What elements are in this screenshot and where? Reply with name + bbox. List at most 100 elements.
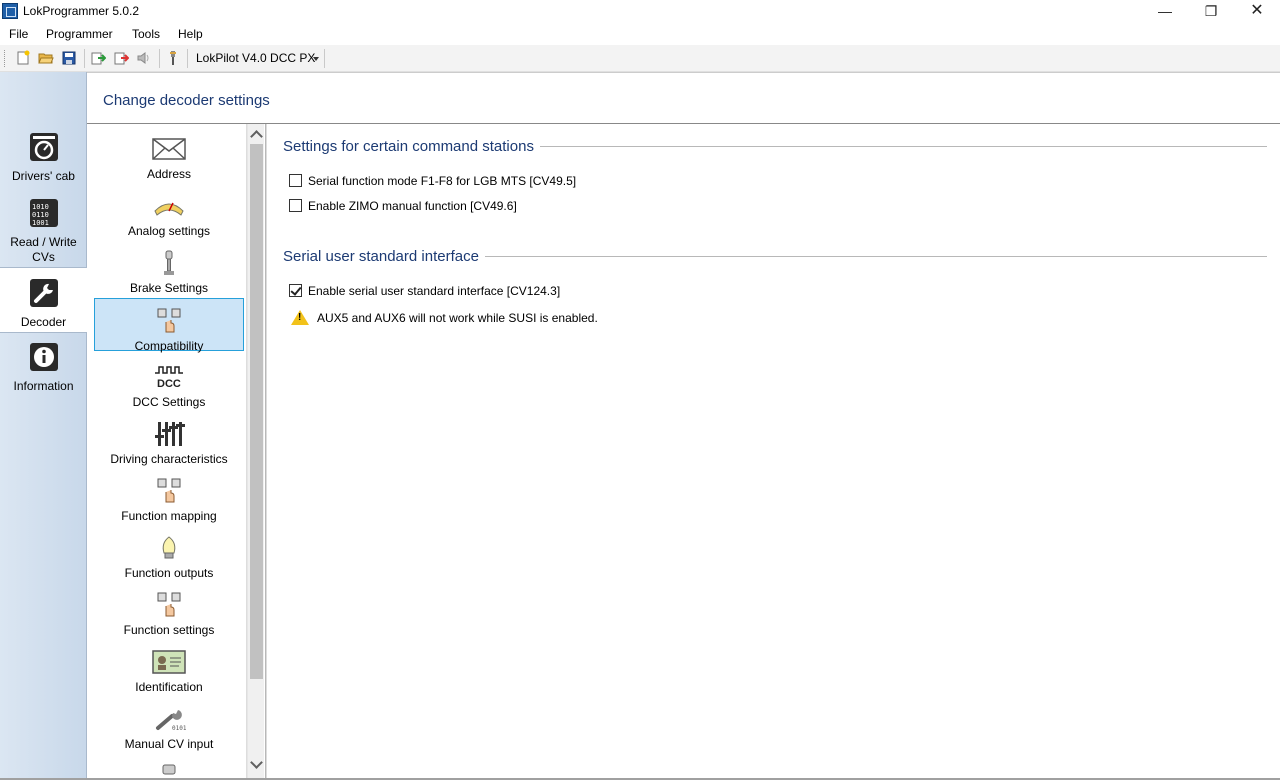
toolbar: LokPilot V4.0 DCC PX: [0, 45, 1280, 72]
category-function-settings[interactable]: Function settings: [94, 583, 244, 637]
light-bulb-icon: [162, 536, 176, 559]
hand-buttons-icon: [157, 592, 181, 617]
category-identification[interactable]: Identification: [94, 640, 244, 694]
option-serial-function-mode[interactable]: Serial function mode F1-F8 for LGB MTS […: [289, 174, 576, 188]
nav-label: Decoder: [20, 315, 67, 329]
dcc-icon: DCC: [155, 366, 183, 390]
menu-tools[interactable]: Tools: [132, 27, 160, 41]
scrollbar-thumb[interactable]: [250, 144, 263, 679]
section-title-command-stations: Settings for certain command stations: [283, 138, 540, 155]
decoder-type-dropdown[interactable]: LokPilot V4.0 DCC PX: [196, 51, 315, 65]
toolbar-separator: [159, 49, 160, 68]
category-label: Function settings: [123, 623, 215, 637]
option-zimo-manual-function[interactable]: Enable ZIMO manual function [CV49.6]: [289, 199, 517, 213]
toolbar-separator: [324, 49, 325, 68]
scroll-down-icon[interactable]: [250, 756, 263, 769]
read-write-cvs-icon: 1010 0110 1001: [29, 199, 58, 227]
category-dcc-settings[interactable]: DCC DCC Settings: [94, 355, 244, 409]
left-navigation: Drivers' cab 1010 0110 1001 Read / Write…: [0, 72, 87, 778]
app-logo-icon: [2, 3, 18, 19]
menu-file[interactable]: File: [9, 27, 28, 41]
envelope-icon: [152, 138, 186, 160]
section-title-susi: Serial user standard interface: [283, 248, 485, 265]
svg-text:1001: 1001: [32, 219, 49, 227]
import-icon[interactable]: [90, 50, 106, 66]
close-button[interactable]: ✕: [1234, 0, 1280, 23]
nav-decoder[interactable]: Decoder: [0, 267, 87, 333]
settings-panel: Settings for certain command stations Se…: [267, 124, 1280, 778]
category-function-outputs[interactable]: Function outputs: [94, 526, 244, 580]
svg-text:DCC: DCC: [157, 378, 181, 390]
category-label: Driving characteristics: [110, 452, 228, 466]
category-analog-settings[interactable]: Analog settings: [94, 184, 244, 238]
maximize-button[interactable]: ❐: [1188, 0, 1234, 23]
info-icon: [29, 343, 58, 371]
speaker-icon[interactable]: [136, 50, 152, 66]
category-label: DCC Settings: [132, 395, 206, 409]
warning-text: AUX5 and AUX6 will not work while SUSI i…: [317, 311, 598, 325]
susi-warning: AUX5 and AUX6 will not work while SUSI i…: [291, 310, 598, 325]
category-label: Address: [146, 167, 192, 181]
menu-bar: File Programmer Tools Help: [0, 23, 1280, 45]
window-title: LokProgrammer 5.0.2: [23, 4, 140, 18]
category-more[interactable]: [94, 754, 244, 778]
checkbox-checked[interactable]: [289, 284, 302, 297]
nav-label: Drivers' cab: [12, 169, 75, 183]
sound-icon: [162, 764, 176, 775]
option-label: Enable serial user standard interface [C…: [308, 284, 561, 298]
category-label: Brake Settings: [129, 281, 209, 295]
warning-icon: [291, 310, 309, 325]
wrench-icon: [29, 279, 58, 307]
scroll-up-icon[interactable]: [250, 130, 263, 143]
svg-text:0101: 0101: [172, 725, 186, 732]
category-label: Identification: [135, 680, 203, 694]
svg-text:1010: 1010: [32, 203, 49, 211]
option-enable-susi[interactable]: Enable serial user standard interface [C…: [289, 284, 560, 298]
option-label: Serial function mode F1-F8 for LGB MTS […: [308, 174, 577, 188]
category-compatibility[interactable]: Compatibility: [94, 298, 244, 353]
page-header: Change decoder settings: [87, 72, 1280, 124]
menu-programmer[interactable]: Programmer: [46, 27, 113, 41]
page-title: Change decoder settings: [103, 92, 270, 109]
nav-read-write-cvs[interactable]: 1010 0110 1001 Read / Write CVs: [0, 198, 87, 265]
category-manual-cv-input[interactable]: 0101 Manual CV input: [94, 697, 244, 751]
programmer-key-icon[interactable]: [165, 50, 181, 66]
title-bar: LokProgrammer 5.0.2 — ❐ ✕: [0, 0, 1280, 23]
chevron-down-icon[interactable]: [313, 57, 319, 61]
analog-gauge-icon: [154, 202, 184, 216]
category-scrollbar[interactable]: [247, 124, 264, 778]
checkbox[interactable]: [289, 174, 302, 187]
toolbar-grip[interactable]: [4, 50, 7, 67]
hand-buttons-icon: [157, 478, 181, 503]
brake-icon: [164, 250, 174, 275]
toolbar-separator: [187, 49, 188, 68]
drivers-cab-icon: [29, 133, 58, 161]
checkbox[interactable]: [289, 199, 302, 212]
sliders-icon: [155, 422, 185, 446]
nav-label: Information: [13, 379, 74, 393]
nav-information[interactable]: Information: [0, 342, 87, 393]
option-label: Enable ZIMO manual function [CV49.6]: [308, 199, 517, 213]
menu-help[interactable]: Help: [178, 27, 203, 41]
category-label: Function outputs: [124, 566, 214, 580]
export-icon[interactable]: [113, 50, 129, 66]
wrench-icon: 0101: [156, 710, 187, 732]
open-folder-icon[interactable]: [38, 50, 54, 66]
category-brake-settings[interactable]: Brake Settings: [94, 241, 244, 295]
hand-buttons-icon: [157, 308, 181, 333]
svg-text:0110: 0110: [32, 211, 49, 219]
id-card-icon: [152, 650, 186, 674]
nav-drivers-cab[interactable]: Drivers' cab: [0, 132, 87, 183]
category-driving-characteristics[interactable]: Driving characteristics: [94, 412, 244, 466]
category-function-mapping[interactable]: Function mapping: [94, 469, 244, 523]
category-list: Address Analog settings Brake Settings C…: [87, 124, 247, 778]
minimize-button[interactable]: —: [1142, 0, 1188, 23]
category-label: Compatibility: [134, 339, 204, 353]
save-icon[interactable]: [61, 50, 77, 66]
nav-label: Read / Write CVs: [10, 235, 77, 264]
category-address[interactable]: Address: [94, 127, 244, 181]
new-file-icon[interactable]: [15, 50, 31, 66]
category-label: Manual CV input: [124, 737, 214, 751]
toolbar-separator: [84, 49, 85, 68]
category-label: Analog settings: [127, 224, 211, 238]
